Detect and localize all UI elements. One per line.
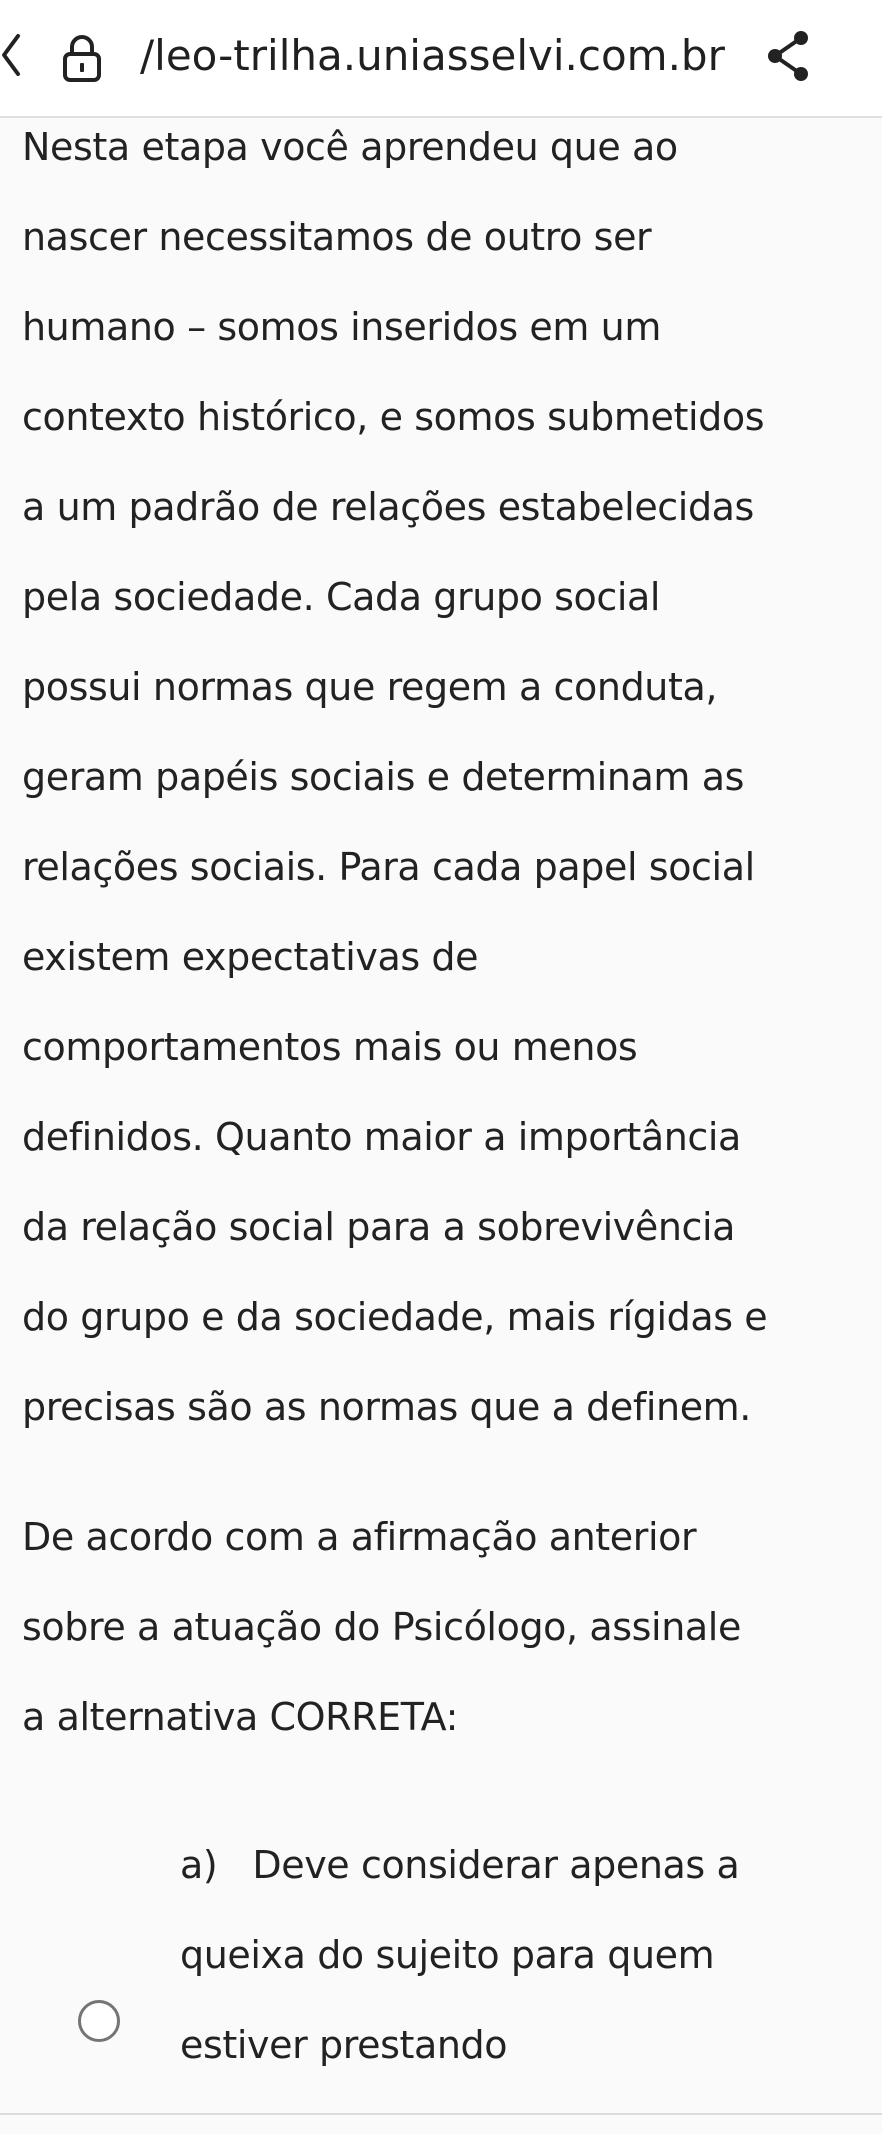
chevron-left-icon[interactable] xyxy=(0,30,22,80)
passage-line: pela sociedade. Cada grupo social xyxy=(22,575,661,619)
passage-line: da relação social para a sobrevivência xyxy=(22,1205,736,1249)
option-a-line: estiver prestando xyxy=(180,2023,508,2067)
question-line: a alternativa CORRETA: xyxy=(22,1695,458,1739)
passage-line: humano – somos inseridos em um xyxy=(22,305,661,349)
passage-line: comportamentos mais ou menos xyxy=(22,1025,638,1069)
passage-line: relações sociais. Para cada papel social xyxy=(22,845,755,889)
question-prompt: De acordo com a afirmação anterior sobre… xyxy=(22,1492,872,1762)
question-line: De acordo com a afirmação anterior xyxy=(22,1515,697,1559)
passage-line: Nesta etapa você aprendeu que ao xyxy=(22,125,678,169)
option-a-text[interactable]: a) Deve considerar apenas a queixa do su… xyxy=(180,1820,870,2090)
passage-line: do grupo e da sociedade, mais rígidas e xyxy=(22,1295,768,1339)
passage-line: geram papéis sociais e determinam as xyxy=(22,755,744,799)
browser-url-bar: /leo-trilha.uniasselvi.com.br/2 xyxy=(0,0,882,118)
passage-line: a um padrão de relações estabelecidas xyxy=(22,485,754,529)
passage-line: nascer necessitamos de outro ser xyxy=(22,215,652,259)
passage-line: contexto histórico, e somos submetidos xyxy=(22,395,765,439)
option-a-line: queixa do sujeito para quem xyxy=(180,1933,715,1977)
passage-line: possui normas que regem a conduta, xyxy=(22,665,718,709)
divider xyxy=(0,2113,882,2115)
question-line: sobre a atuação do Psicólogo, assinale xyxy=(22,1605,741,1649)
passage-line: definidos. Quanto maior a importância xyxy=(22,1115,741,1159)
option-a-line-text: Deve considerar apenas a xyxy=(252,1843,740,1887)
passage-text: Nesta etapa você aprendeu que ao nascer … xyxy=(22,102,872,1452)
option-letter: a) xyxy=(180,1843,218,1887)
option-a-radio[interactable] xyxy=(78,2000,120,2042)
lock-icon[interactable] xyxy=(62,34,102,82)
url-text[interactable]: /leo-trilha.uniasselvi.com.br/2 xyxy=(140,26,725,86)
passage-line: existem expectativas de xyxy=(22,935,479,979)
option-a-line: a) Deve considerar apenas a xyxy=(180,1820,870,1910)
passage-line: precisas são as normas que a definem. xyxy=(22,1385,751,1429)
share-icon[interactable] xyxy=(765,28,813,84)
option-a[interactable]: a) Deve considerar apenas a queixa do su… xyxy=(0,1820,882,2114)
question-content: Nesta etapa você aprendeu que ao nascer … xyxy=(22,102,872,1762)
